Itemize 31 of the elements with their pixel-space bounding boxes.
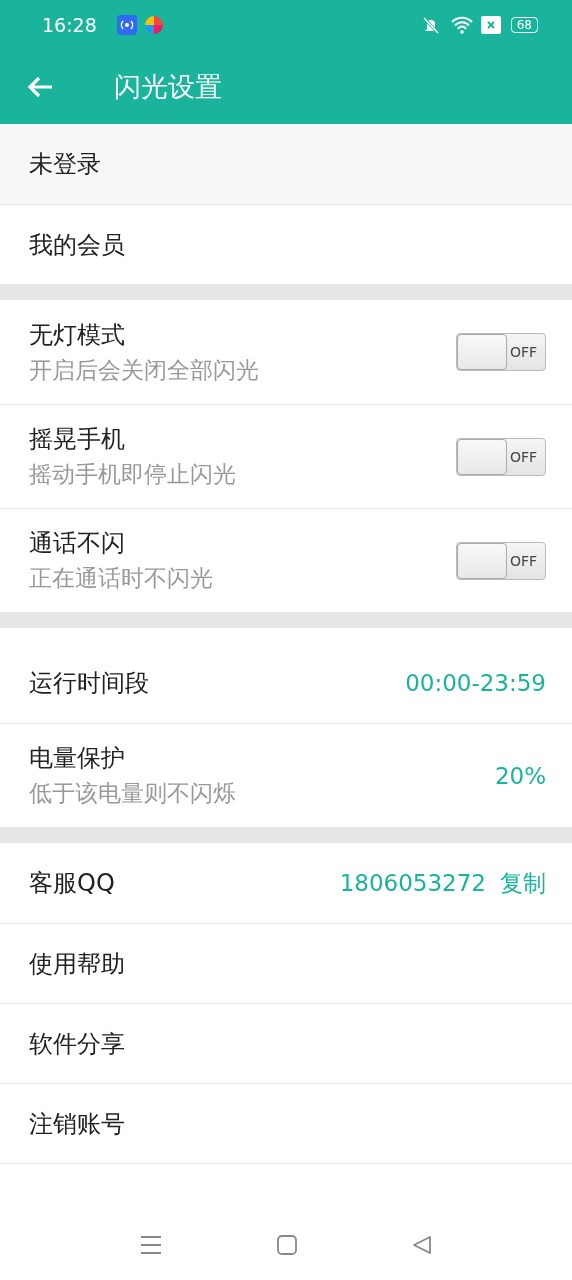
setting-label: 摇晃手机 xyxy=(29,424,126,455)
setting-label: 电量保护 xyxy=(29,743,126,774)
clock: 16:28 xyxy=(42,14,97,36)
page-title: 闪光设置 xyxy=(114,70,222,104)
settings-row[interactable]: 未登录 xyxy=(0,124,572,204)
setting-label: 软件分享 xyxy=(29,1028,126,1060)
setting-label: 客服QQ xyxy=(29,868,116,899)
app-logo-icon xyxy=(144,16,163,34)
setting-label: 运行时间段 xyxy=(29,668,150,699)
broadcast-icon xyxy=(116,15,137,35)
setting-description: 正在通话时不闪光 xyxy=(29,564,214,593)
back-button[interactable] xyxy=(26,75,54,99)
menu-icon[interactable] xyxy=(140,1235,162,1255)
sim-off-icon xyxy=(480,16,501,34)
setting-description: 摇动手机即停止闪光 xyxy=(29,460,237,489)
wifi-icon xyxy=(450,16,473,34)
setting-description: 低于该电量则不闪烁 xyxy=(29,779,237,808)
setting-label: 使用帮助 xyxy=(29,948,126,980)
setting-label: 注销账号 xyxy=(29,1108,126,1140)
qq-number: 1806053272 xyxy=(339,870,486,896)
setting-label: 无灯模式 xyxy=(29,319,126,351)
home-icon[interactable] xyxy=(277,1235,297,1255)
toggle-switch[interactable]: OFF xyxy=(456,541,546,580)
toggle-switch[interactable]: OFF xyxy=(456,437,546,476)
setting-label: 通话不闪 xyxy=(29,528,126,559)
toggle-switch[interactable]: OFF xyxy=(456,333,546,371)
setting-label: 我的会员 xyxy=(29,229,126,261)
setting-description: 开启后会关闭全部闪光 xyxy=(29,355,260,385)
battery-icon: 68 xyxy=(510,17,538,33)
back-icon[interactable] xyxy=(412,1235,432,1255)
setting-label: 未登录 xyxy=(29,149,102,180)
